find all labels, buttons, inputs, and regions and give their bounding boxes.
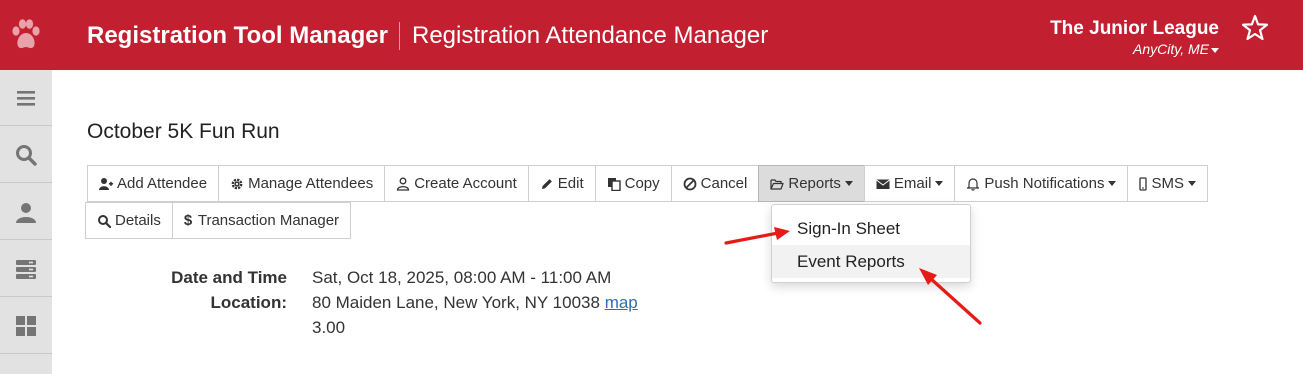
manage-attendees-label: Manage Attendees: [248, 175, 374, 192]
bell-icon: [967, 177, 980, 191]
reports-dropdown-menu: Sign-In Sheet Event Reports: [771, 204, 971, 283]
location-value: 80 Maiden Lane, New York, NY 10038: [312, 293, 600, 312]
manage-attendees-button[interactable]: Manage Attendees: [218, 165, 386, 202]
org-city: AnyCity, ME: [1133, 41, 1209, 57]
dollar-icon: $: [183, 211, 193, 229]
cancel-button[interactable]: Cancel: [670, 165, 760, 202]
copy-label: Copy: [624, 175, 660, 192]
add-user-icon: [99, 177, 113, 190]
user-outline-icon: [397, 177, 410, 191]
server-icon: [16, 260, 36, 279]
add-attendee-label: Add Attendee: [117, 175, 208, 192]
toolbar-row-1: Add Attendee Manage Attendees Create Acc…: [87, 165, 1208, 202]
chevron-down-icon: [935, 181, 944, 186]
transaction-manager-label: Transaction Manager: [197, 212, 340, 229]
sub-title: Registration Attendance Manager: [412, 22, 769, 49]
transaction-manager-button[interactable]: $ Transaction Manager: [171, 202, 352, 239]
chevron-down-icon: [1108, 181, 1117, 186]
mobile-icon: [1139, 176, 1148, 191]
edit-button[interactable]: Edit: [527, 165, 596, 202]
org-selector[interactable]: The Junior League AnyCity, ME: [1050, 18, 1219, 57]
grid-icon: [16, 316, 36, 336]
title-divider: [399, 22, 400, 50]
gear-icon: [231, 178, 243, 189]
envelope-icon: [876, 179, 890, 189]
user-icon: [16, 203, 36, 223]
event-title: October 5K Fun Run: [87, 120, 280, 143]
ban-icon: [683, 177, 697, 190]
org-name: The Junior League: [1050, 18, 1219, 39]
details-label: Details: [115, 212, 161, 229]
push-notifications-label: Push Notifications: [984, 175, 1105, 192]
sidebar-item-search[interactable]: [0, 127, 52, 183]
sms-label: SMS: [1151, 175, 1184, 192]
chevron-down-icon: [844, 181, 853, 186]
sidebar-item-menu[interactable]: [0, 70, 52, 126]
extra-value: 3.00: [312, 318, 346, 337]
date-time-value: Sat, Oct 18, 2025, 08:00 AM - 11:00 AM: [312, 268, 612, 287]
create-account-label: Create Account: [414, 175, 517, 192]
menu-icon: [17, 91, 35, 106]
details-button[interactable]: Details: [85, 202, 173, 239]
toolbar-row-2: Details $ Transaction Manager: [85, 202, 352, 239]
sidebar-item-grid[interactable]: [0, 298, 52, 354]
copy-button[interactable]: Copy: [594, 165, 672, 202]
create-account-button[interactable]: Create Account: [384, 165, 529, 202]
map-link[interactable]: map: [605, 293, 638, 312]
folder-open-icon: [770, 178, 784, 190]
location-row: 80 Maiden Lane, New York, NY 10038 map: [312, 293, 638, 313]
search-icon: [16, 145, 37, 166]
edit-label: Edit: [557, 175, 584, 192]
location-label: Location:: [210, 293, 288, 312]
add-attendee-button[interactable]: Add Attendee: [87, 165, 220, 202]
app-title[interactable]: Registration Tool Manager: [87, 22, 388, 50]
menu-item-event-reports[interactable]: Event Reports: [772, 245, 970, 278]
pencil-icon: [541, 178, 552, 189]
copy-icon: [607, 177, 621, 191]
chevron-down-icon: [1211, 47, 1219, 53]
email-label: Email: [893, 175, 932, 192]
reports-label: Reports: [788, 175, 841, 192]
sms-dropdown-button[interactable]: SMS: [1127, 165, 1208, 202]
sidebar-item-user[interactable]: [0, 184, 52, 240]
star-icon[interactable]: [1241, 14, 1269, 42]
paw-icon[interactable]: [10, 18, 42, 52]
reports-dropdown-button[interactable]: Reports: [758, 165, 865, 202]
date-time-label: Date and Time: [171, 268, 287, 287]
sidebar-item-server[interactable]: [0, 241, 52, 297]
sidebar: [0, 70, 52, 374]
chevron-down-icon: [1187, 181, 1196, 186]
cancel-label: Cancel: [700, 175, 748, 192]
search-icon: [98, 214, 111, 228]
email-dropdown-button[interactable]: Email: [863, 165, 956, 202]
menu-item-sign-in-sheet[interactable]: Sign-In Sheet: [772, 212, 970, 245]
push-notifications-dropdown-button[interactable]: Push Notifications: [954, 165, 1129, 202]
top-bar: Registration Tool Manager Registration A…: [0, 0, 1303, 70]
